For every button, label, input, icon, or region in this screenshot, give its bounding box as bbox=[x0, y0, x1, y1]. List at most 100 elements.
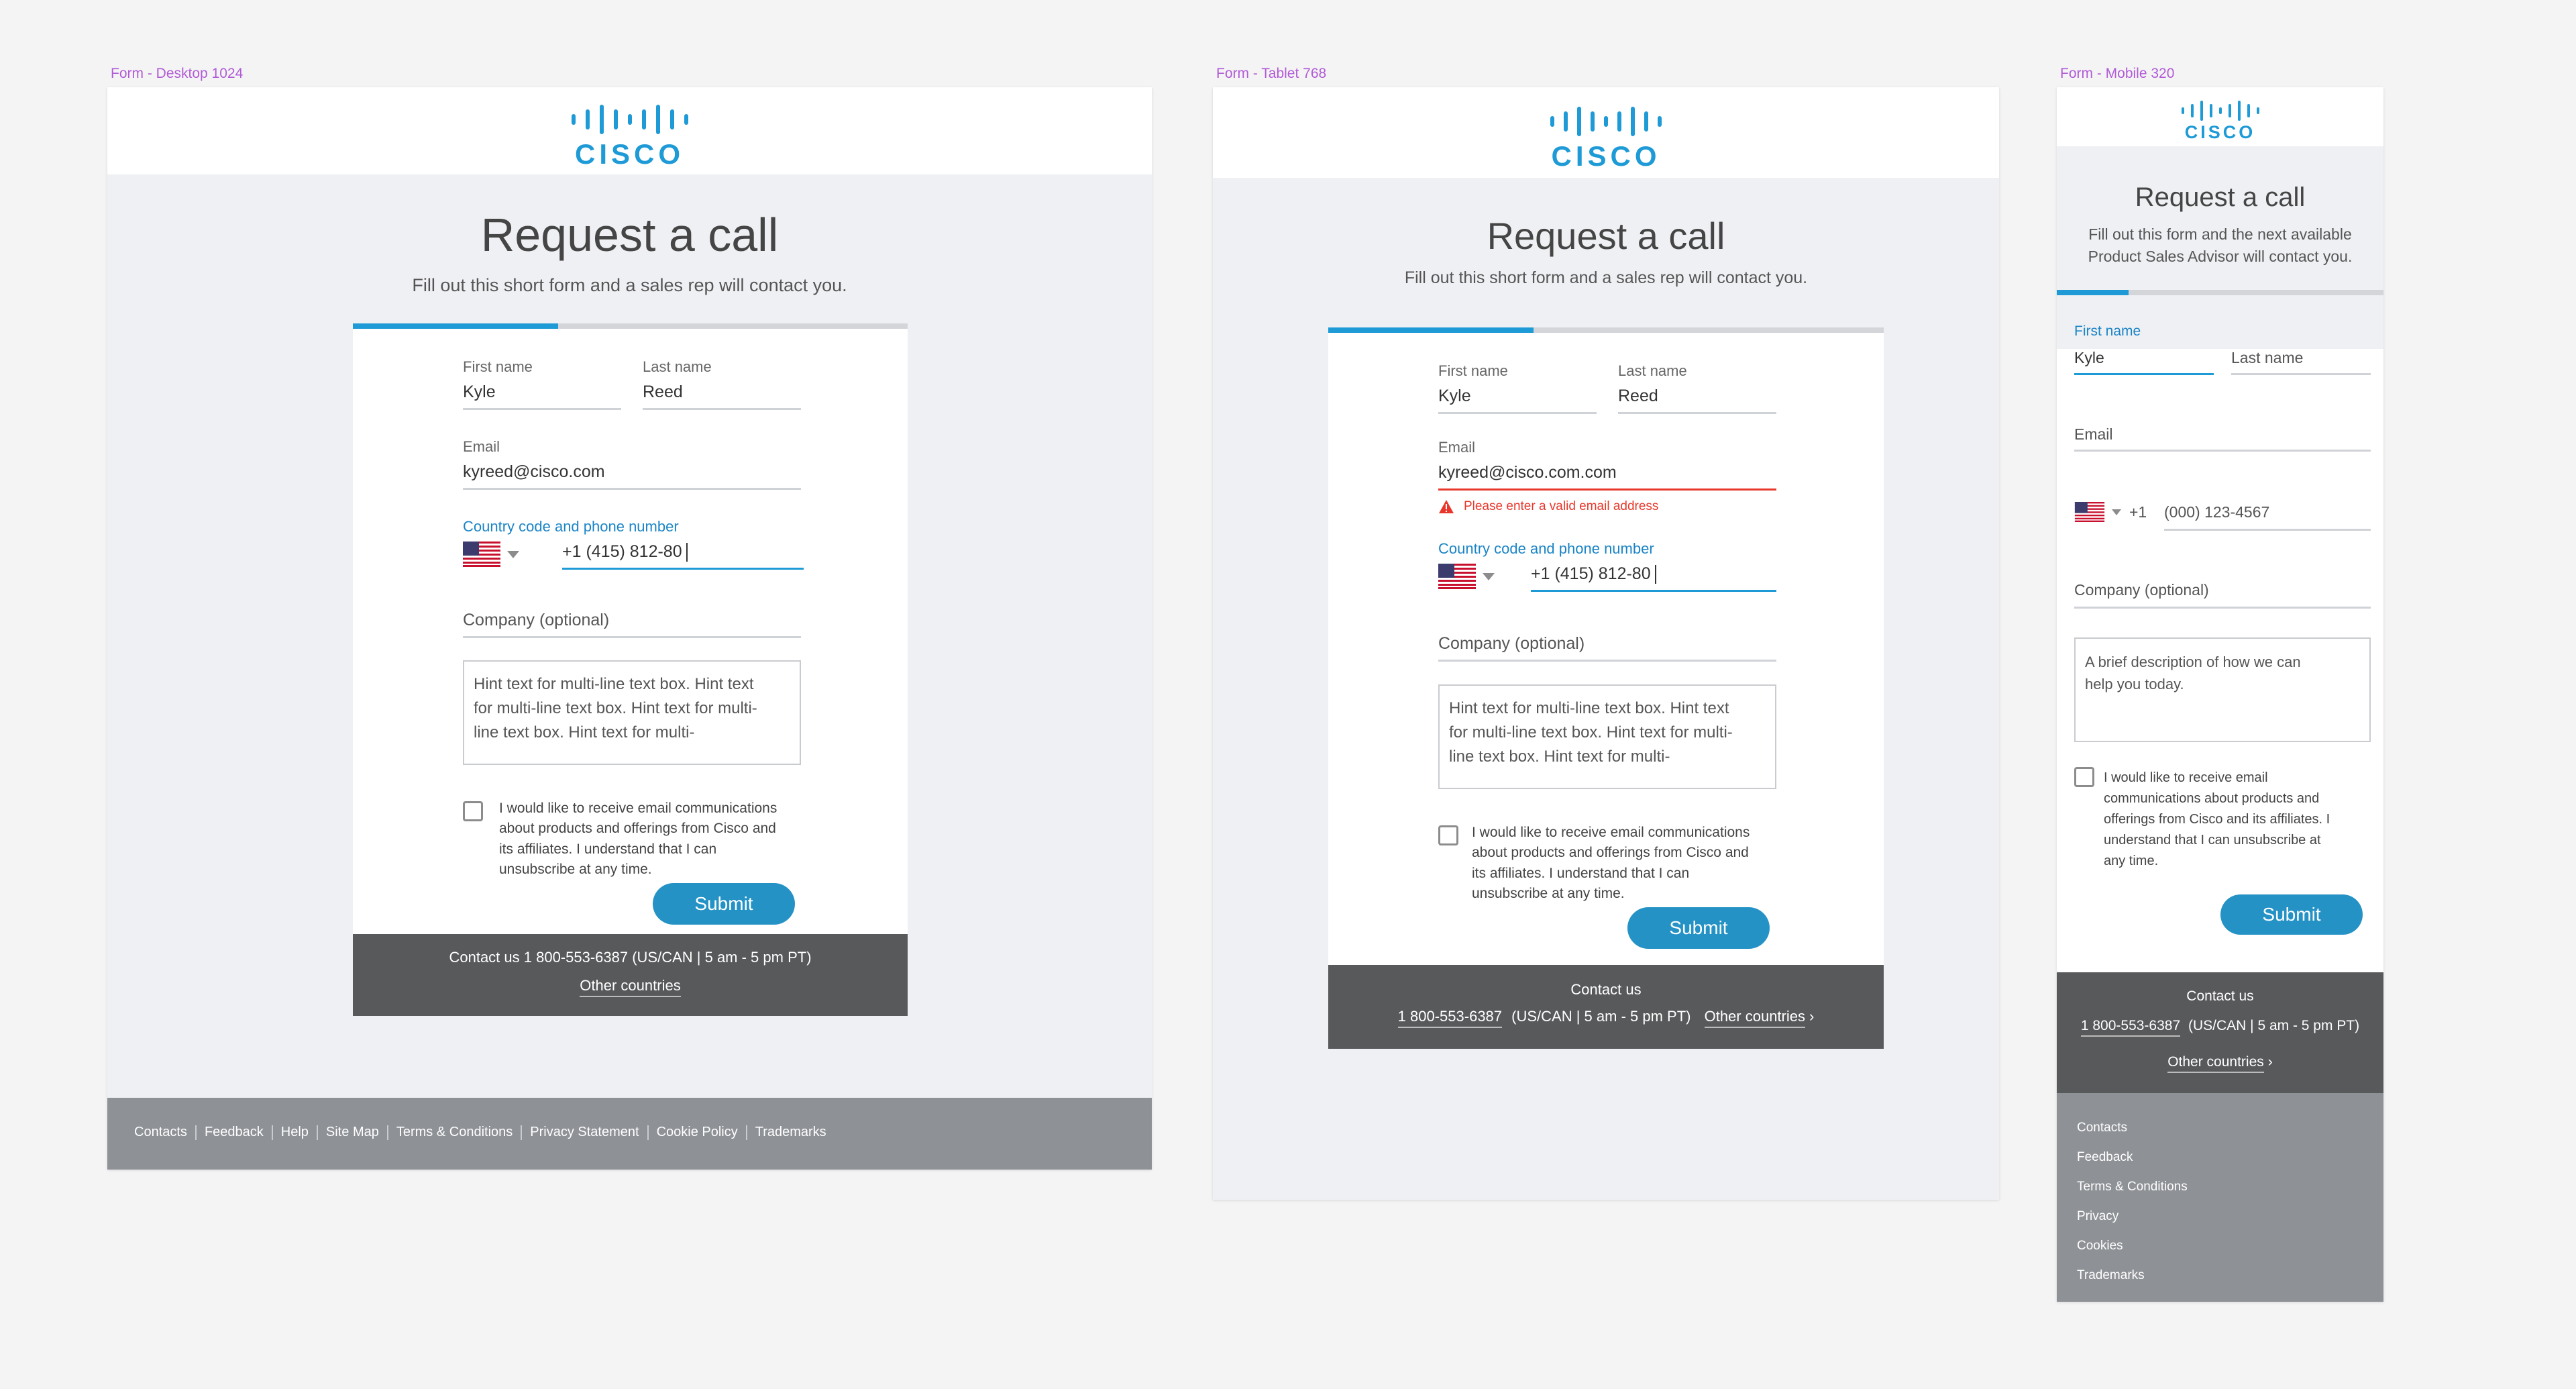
last-name-input[interactable]: Reed bbox=[643, 382, 683, 402]
page-title: Request a call bbox=[480, 209, 779, 261]
footer-link-contacts[interactable]: Contacts bbox=[2077, 1113, 2188, 1143]
country-select[interactable] bbox=[1438, 564, 1495, 589]
header-background: Request a call Fill out this form and th… bbox=[2057, 146, 2383, 349]
last-name-input[interactable]: Reed bbox=[1618, 387, 1658, 406]
footer-link-help[interactable]: Help bbox=[281, 1125, 309, 1140]
last-name-label: Last name bbox=[643, 358, 712, 375]
page-title: Request a call bbox=[1487, 215, 1725, 257]
last-name-underline bbox=[1618, 412, 1776, 414]
footer-link-trademarks[interactable]: Trademarks bbox=[755, 1125, 826, 1140]
first-name-label: First name bbox=[463, 358, 533, 375]
last-name-underline bbox=[2231, 373, 2371, 375]
message-textarea[interactable]: Hint text for multi-line text box. Hint … bbox=[1438, 684, 1776, 789]
phone-underline bbox=[1531, 590, 1776, 592]
email-consent-checkbox[interactable] bbox=[2074, 767, 2094, 787]
phone-input[interactable]: +1 (415) 812-80 bbox=[1531, 564, 1656, 584]
contact-bar: Contact us 1 800-553-6387 (US/CAN | 5 am… bbox=[1328, 965, 1884, 1049]
mobile-frame: CISCO Request a call Fill out this form … bbox=[2057, 87, 2383, 1302]
desktop-frame: CISCO Request a call Fill out this short… bbox=[107, 87, 1152, 1170]
progress-bar bbox=[353, 323, 908, 329]
country-select[interactable]: +1 bbox=[2074, 502, 2147, 522]
footer-link-privacy[interactable]: Privacy Statement bbox=[530, 1125, 639, 1140]
company-underline bbox=[2074, 607, 2371, 609]
contact-hours: (US/CAN | 5 am - 5 pm PT) bbox=[2188, 1018, 2360, 1033]
site-footer: Contacts Feedback Terms & Conditions Pri… bbox=[2057, 1093, 2383, 1302]
phone-underline bbox=[562, 568, 804, 570]
footer-link-cookies[interactable]: Cookie Policy bbox=[657, 1125, 738, 1140]
contact-phone-link[interactable]: 1 800-553-6387 bbox=[1397, 1008, 1503, 1028]
phone-underline bbox=[2164, 529, 2371, 531]
first-name-input[interactable]: Kyle bbox=[1438, 387, 1471, 406]
footer-link-terms[interactable]: Terms & Conditions bbox=[396, 1125, 513, 1140]
footer-link-feedback[interactable]: Feedback bbox=[2077, 1143, 2188, 1172]
submit-button[interactable]: Submit bbox=[653, 883, 795, 925]
first-name-label: First name bbox=[2074, 323, 2141, 339]
chevron-right-icon: › bbox=[2267, 1054, 2273, 1070]
country-code: +1 bbox=[2129, 503, 2147, 521]
cisco-logo: CISCO bbox=[571, 102, 688, 170]
frame-label-mobile: Form - Mobile 320 bbox=[2060, 66, 2175, 81]
page-subtitle: Fill out this short form and a sales rep… bbox=[1404, 268, 1808, 287]
footer-link-terms[interactable]: Terms & Conditions bbox=[2077, 1172, 2188, 1202]
phone-input[interactable]: +1 (415) 812-80 bbox=[562, 542, 688, 562]
consent-text: I would like to receive email communicat… bbox=[499, 801, 777, 878]
message-textarea[interactable]: Hint text for multi-line text box. Hint … bbox=[463, 660, 801, 765]
company-input[interactable]: Company (optional) bbox=[1438, 634, 1585, 654]
email-label: Email bbox=[1438, 439, 1476, 456]
us-flag-icon bbox=[1438, 564, 1476, 589]
company-underline bbox=[1438, 660, 1776, 662]
email-error: Please enter a valid email address bbox=[1438, 499, 1658, 514]
cisco-logo: CISCO bbox=[1550, 104, 1662, 172]
frame-label-desktop: Form - Desktop 1024 bbox=[111, 66, 244, 81]
footer-link-site-map[interactable]: Site Map bbox=[326, 1125, 379, 1140]
warning-icon bbox=[1439, 500, 1454, 513]
email-input[interactable]: kyreed@cisco.com.com bbox=[1438, 463, 1617, 482]
footer-link-contacts[interactable]: Contacts bbox=[134, 1125, 187, 1140]
email-consent-checkbox[interactable] bbox=[1438, 825, 1458, 845]
email-underline bbox=[1438, 488, 1776, 491]
other-countries-link[interactable]: Other countries bbox=[580, 977, 681, 997]
consent-text: I would like to receive email communicat… bbox=[1472, 825, 1750, 902]
email-consent-checkbox[interactable] bbox=[463, 801, 483, 821]
cisco-logo: CISCO bbox=[2181, 99, 2259, 143]
content-background: Request a call Fill out this short form … bbox=[1213, 178, 1999, 1200]
footer-link-feedback[interactable]: Feedback bbox=[205, 1125, 264, 1140]
email-input[interactable]: Email bbox=[2074, 425, 2113, 444]
form-card: First name Kyle Last name Reed Email kyr… bbox=[353, 323, 908, 1016]
first-name-label: First name bbox=[1438, 362, 1508, 379]
company-input[interactable]: Company (optional) bbox=[463, 611, 609, 630]
company-input[interactable]: Company (optional) bbox=[2074, 581, 2209, 599]
contact-text: Contact us bbox=[2186, 988, 2254, 1004]
footer-link-privacy[interactable]: Privacy bbox=[2077, 1202, 2188, 1231]
progress-fill bbox=[2057, 290, 2129, 295]
last-name-underline bbox=[643, 408, 801, 410]
country-select[interactable] bbox=[463, 542, 519, 567]
other-countries-link[interactable]: Other countries bbox=[2167, 1054, 2264, 1073]
last-name-input[interactable]: Last name bbox=[2231, 349, 2303, 367]
first-name-input[interactable]: Kyle bbox=[2074, 349, 2104, 367]
progress-bar bbox=[2057, 290, 2383, 295]
chevron-down-icon bbox=[1483, 572, 1495, 580]
contact-text: Contact us 1 800-553-6387 (US/CAN | 5 am… bbox=[449, 949, 812, 966]
first-name-input[interactable]: Kyle bbox=[463, 382, 496, 402]
other-countries-link[interactable]: Other countries bbox=[1704, 1008, 1805, 1028]
us-flag-icon bbox=[463, 542, 500, 567]
email-input[interactable]: kyreed@cisco.com bbox=[463, 462, 605, 482]
last-name-label: Last name bbox=[1618, 362, 1687, 379]
first-name-underline bbox=[2074, 373, 2214, 375]
tablet-frame: CISCO Request a call Fill out this short… bbox=[1213, 87, 1999, 1200]
first-name-underline bbox=[1438, 412, 1597, 414]
submit-button[interactable]: Submit bbox=[2220, 894, 2363, 935]
contact-phone-link[interactable]: 1 800-553-6387 bbox=[2080, 1018, 2181, 1037]
contact-bar: Contact us 1 800-553-6387 (US/CAN | 5 am… bbox=[353, 934, 908, 1016]
chevron-right-icon: › bbox=[1809, 1008, 1815, 1025]
footer-link-cookies[interactable]: Cookies bbox=[2077, 1231, 2188, 1261]
content-background: Request a call Fill out this short form … bbox=[107, 174, 1152, 1170]
company-underline bbox=[463, 636, 801, 638]
submit-button[interactable]: Submit bbox=[1627, 907, 1770, 949]
contact-hours: (US/CAN | 5 am - 5 pm PT) bbox=[1511, 1008, 1691, 1025]
progress-bar bbox=[1328, 327, 1884, 333]
footer-link-trademarks[interactable]: Trademarks bbox=[2077, 1261, 2188, 1290]
phone-input[interactable]: (000) 123-4567 bbox=[2164, 503, 2269, 521]
message-textarea[interactable]: A brief description of how we can help yo… bbox=[2074, 637, 2371, 742]
